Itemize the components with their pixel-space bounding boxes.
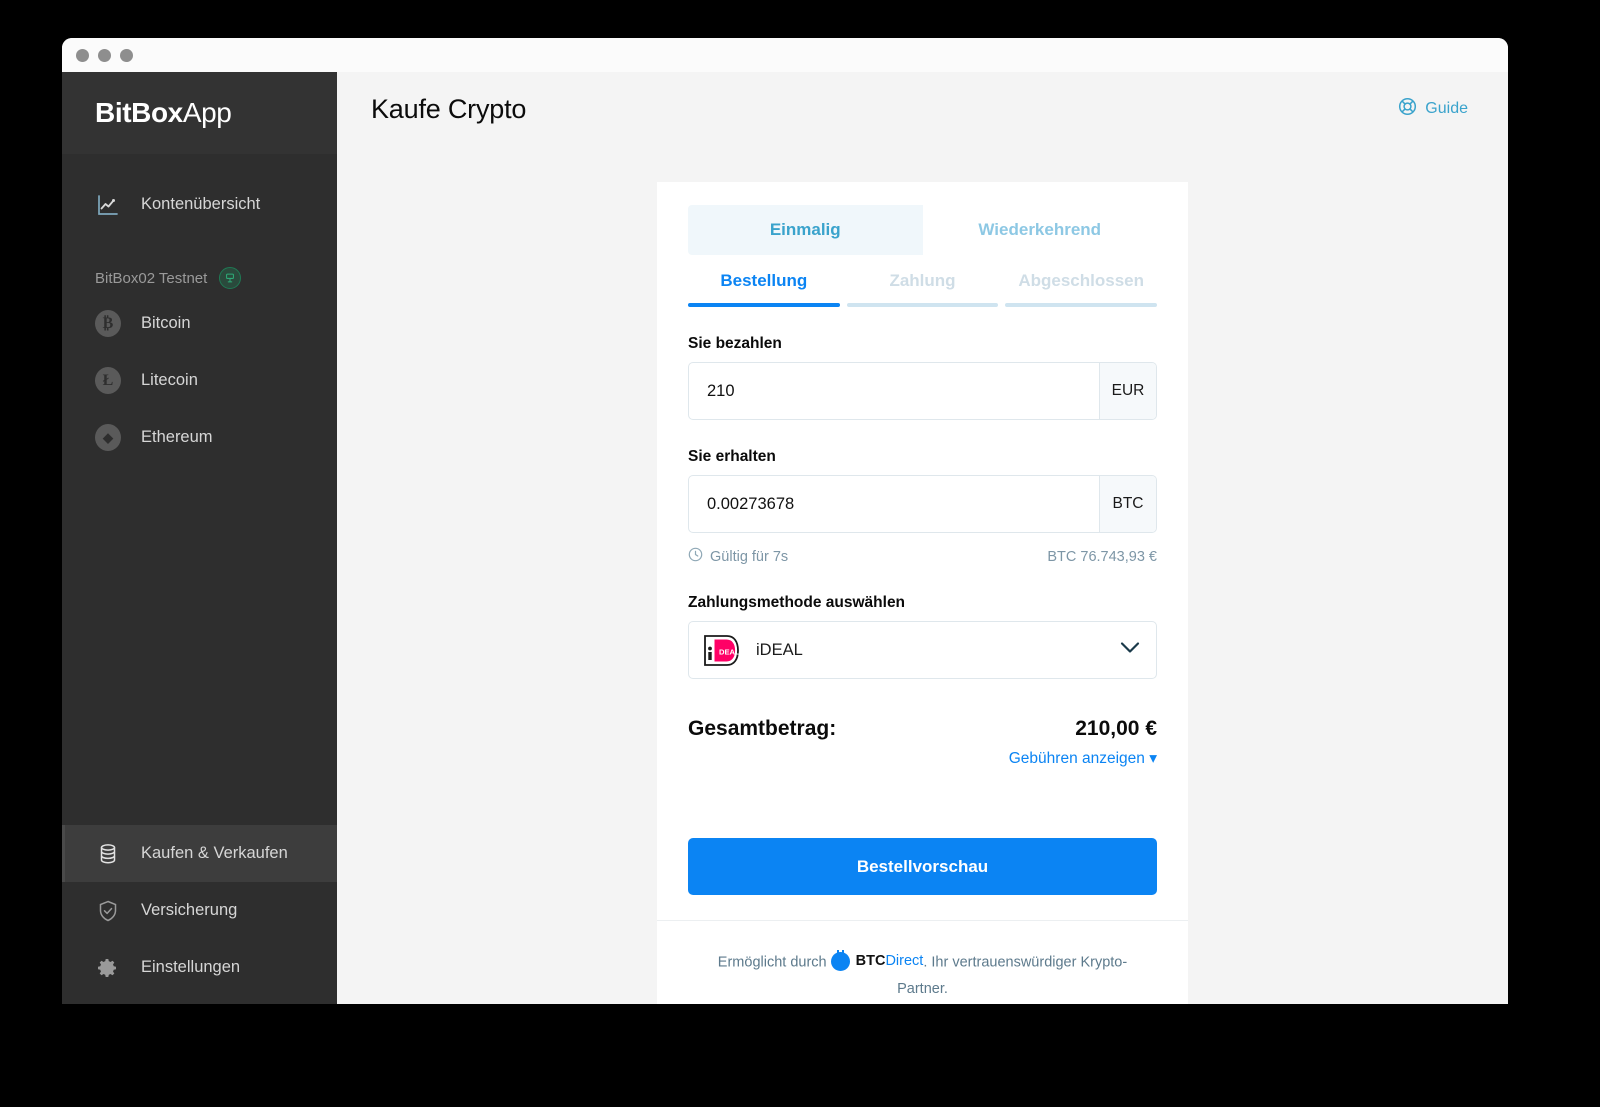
app-window: BitBoxApp Kontenübersicht BitBox02 Testn…	[62, 38, 1508, 1004]
sidebar-item-label: Einstellungen	[141, 958, 241, 976]
sidebar: BitBoxApp Kontenübersicht BitBox02 Testn…	[62, 72, 337, 1004]
payment-method-value: iDEAL	[756, 640, 803, 659]
tab-completed-indicator	[1005, 303, 1158, 307]
btcdirect-bold: BTC	[855, 953, 886, 969]
receive-field-label: Sie erhalten	[688, 448, 776, 465]
sidebar-item-ethereum[interactable]: ◆ Ethereum	[62, 409, 337, 466]
tab-payment-label: Zahlung	[889, 271, 956, 290]
bitcoin-icon: ₿	[95, 310, 121, 337]
app-logo[interactable]: BitBoxApp	[62, 72, 337, 154]
sidebar-item-label: Versicherung	[141, 901, 238, 919]
main-header: Kaufe Crypto Guide	[337, 72, 1508, 146]
validity-text: Gültig für 7s	[710, 548, 789, 565]
window-titlebar	[62, 38, 1508, 72]
tab-order-indicator	[688, 303, 840, 307]
minimize-button[interactable]	[98, 48, 111, 62]
pay-field-label: Sie bezahlen	[688, 335, 782, 352]
mode-tabs: Einmalig Wiederkehrend	[688, 205, 1157, 255]
tab-completed[interactable]: Abgeschlossen	[1005, 271, 1158, 307]
guide-button[interactable]: Guide	[1398, 97, 1468, 121]
powered-by-suffix: . Ihr vertrauenswürdiger Krypto-Partner.	[897, 954, 1128, 998]
total-value: 210,00 €	[1075, 717, 1157, 740]
card-footer: Ermöglicht durch BTCDirect . Ihr vertrau…	[657, 920, 1188, 1004]
shield-check-icon	[95, 898, 121, 924]
tab-order-label: Bestellung	[720, 271, 808, 290]
buy-crypto-card: Einmalig Wiederkehrend Bestellung Zahlun…	[657, 182, 1188, 1004]
btcdirect-light: Direct	[885, 953, 924, 969]
step-tabs: Bestellung Zahlung Abgeschlossen	[688, 271, 1158, 307]
sidebar-item-label: Kontenübersicht	[141, 195, 261, 213]
svg-text:DEAL: DEAL	[719, 647, 740, 656]
receive-field-row: BTC	[688, 475, 1157, 533]
bitbox-device-icon	[219, 267, 242, 289]
logo-light: App	[182, 97, 232, 128]
sidebar-bottom-nav: Kaufen & Verkaufen Versicherung Einstell…	[62, 825, 337, 1004]
sidebar-item-label: Ethereum	[141, 428, 213, 446]
device-label: BitBox02 Testnet	[95, 269, 208, 287]
chart-line-icon	[95, 192, 121, 218]
lifebuoy-icon	[1398, 97, 1417, 121]
main-content: Kaufe Crypto Guide Einmalig Wiederkehren…	[337, 72, 1508, 1004]
pay-amount-input[interactable]	[689, 363, 1099, 419]
page-title: Kaufe Crypto	[371, 93, 527, 124]
tab-payment-indicator	[846, 303, 999, 307]
sidebar-accounts: ₿ Bitcoin Ł Litecoin ◆ Ethereum	[62, 295, 337, 466]
sidebar-item-bitcoin[interactable]: ₿ Bitcoin	[62, 295, 337, 352]
sidebar-item-label: Litecoin	[141, 371, 198, 389]
gear-icon	[95, 955, 121, 981]
sidebar-item-account-overview[interactable]: Kontenübersicht	[62, 176, 337, 233]
ethereum-icon: ◆	[95, 424, 121, 451]
app-body: BitBoxApp Kontenübersicht BitBox02 Testn…	[62, 72, 1508, 1004]
maximize-button[interactable]	[120, 48, 133, 62]
sidebar-item-label: Kaufen & Verkaufen	[141, 844, 288, 862]
tab-payment[interactable]: Zahlung	[846, 271, 999, 307]
sidebar-item-insurance[interactable]: Versicherung	[62, 882, 337, 939]
exchange-rate: BTC 76.743,93 €	[1047, 548, 1157, 565]
guide-label: Guide	[1425, 100, 1468, 117]
tab-recurring[interactable]: Wiederkehrend	[923, 205, 1158, 255]
total-row: Gesamtbetrag: 210,00 €	[688, 717, 1157, 741]
btcdirect-brand: BTCDirect	[830, 948, 924, 974]
chevron-down-icon[interactable]	[1120, 641, 1140, 659]
tab-completed-label: Abgeschlossen	[1018, 271, 1144, 290]
order-preview-button[interactable]: Bestellvorschau	[688, 838, 1157, 895]
payment-method-label: Zahlungsmethode auswählen	[688, 594, 906, 611]
tab-order[interactable]: Bestellung	[688, 271, 840, 307]
device-row[interactable]: BitBox02 Testnet	[62, 267, 337, 289]
logo-bold: BitBox	[95, 97, 183, 128]
total-label: Gesamtbetrag:	[688, 717, 837, 740]
pay-currency-label: EUR	[1099, 363, 1156, 419]
coins-stack-icon	[95, 841, 121, 867]
tab-one-time[interactable]: Einmalig	[688, 205, 923, 255]
receive-amount-input[interactable]	[689, 476, 1099, 532]
sidebar-item-label: Bitcoin	[141, 314, 191, 332]
show-fees-link[interactable]: Gebühren anzeigen ▾	[688, 749, 1157, 768]
clock-icon	[688, 547, 703, 566]
close-button[interactable]	[76, 48, 89, 62]
rate-row: Gültig für 7s BTC 76.743,93 €	[688, 547, 1157, 566]
pay-field-row: EUR	[688, 362, 1157, 420]
sidebar-item-buy-sell[interactable]: Kaufen & Verkaufen	[62, 825, 337, 882]
receive-currency-label: BTC	[1099, 476, 1156, 532]
sidebar-item-settings[interactable]: Einstellungen	[62, 939, 337, 996]
ideal-logo-icon: DEAL	[702, 634, 740, 667]
sidebar-top-nav: Kontenübersicht	[62, 154, 337, 233]
powered-by-prefix: Ermöglicht durch	[717, 954, 827, 971]
btcdirect-logo-icon	[830, 950, 850, 971]
litecoin-icon: Ł	[95, 367, 121, 394]
payment-method-select[interactable]: DEAL iDEAL	[688, 621, 1157, 679]
sidebar-item-litecoin[interactable]: Ł Litecoin	[62, 352, 337, 409]
quote-validity: Gültig für 7s	[688, 547, 788, 566]
